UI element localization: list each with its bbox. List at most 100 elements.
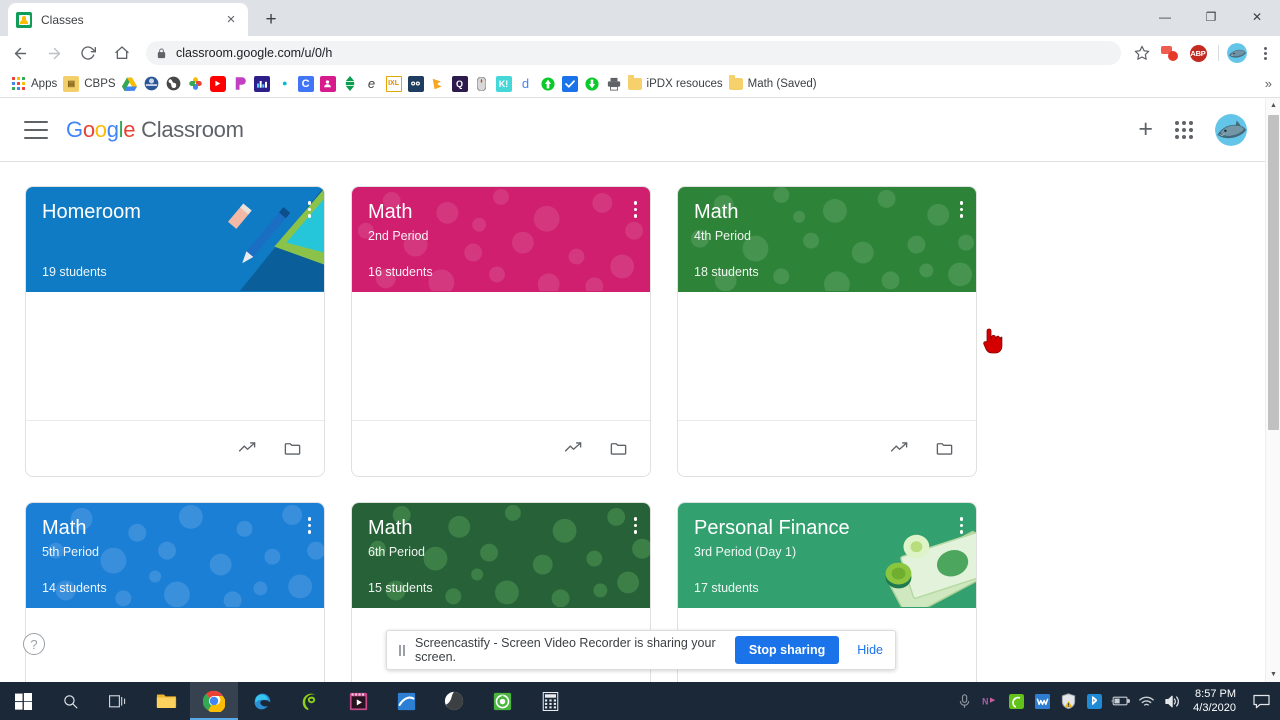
card-menu-icon[interactable] xyxy=(307,517,311,534)
volume-icon[interactable] xyxy=(1159,682,1185,720)
back-icon[interactable] xyxy=(6,39,34,67)
screencastify-extension-icon[interactable] xyxy=(1157,40,1183,66)
home-icon[interactable] xyxy=(108,39,136,67)
bookmark-canvas[interactable] xyxy=(276,73,292,95)
bookmark-dropbox-arrows[interactable] xyxy=(342,73,358,95)
browser-menu-icon[interactable] xyxy=(1252,40,1278,66)
bookmark-google-drive[interactable] xyxy=(122,73,138,95)
bookmark-edgenuity[interactable]: e xyxy=(364,73,380,95)
bluetooth-icon[interactable] xyxy=(1081,682,1107,720)
photos-icon[interactable] xyxy=(430,682,478,720)
windows-taskbar: N 8:57 PM 4/3/2020 xyxy=(0,682,1280,720)
bookmark-google-photos[interactable] xyxy=(188,73,204,95)
class-card[interactable]: Homeroom 19 students xyxy=(25,186,325,477)
nvidia-icon[interactable]: N xyxy=(977,682,1003,720)
onenote-icon[interactable] xyxy=(382,682,430,720)
bookmark-green-arrow[interactable] xyxy=(540,73,556,95)
browser-tab-classes[interactable]: Classes × xyxy=(8,3,248,36)
google-apps-icon[interactable] xyxy=(1175,120,1193,139)
file-explorer-icon[interactable] xyxy=(142,682,190,720)
class-section: 3rd Period (Day 1) xyxy=(694,545,797,559)
globe-icon xyxy=(166,76,182,92)
microsoft-edge-icon[interactable] xyxy=(238,682,286,720)
adblock-plus-extension-icon[interactable]: ABP xyxy=(1185,40,1211,66)
bookmark-star-icon[interactable] xyxy=(1129,40,1155,66)
minimize-button[interactable]: — xyxy=(1142,0,1188,34)
bookmark-ixl[interactable]: IXL xyxy=(385,73,402,95)
help-button[interactable]: ? xyxy=(23,633,45,655)
card-menu-icon[interactable] xyxy=(959,201,963,218)
scroll-up-icon[interactable]: ▲ xyxy=(1266,98,1280,113)
scroll-down-icon[interactable]: ▼ xyxy=(1266,667,1280,682)
bookmark-green-shield[interactable] xyxy=(584,73,600,95)
bookmark-quizizz[interactable]: Q xyxy=(451,73,468,95)
bookmarks-overflow-icon[interactable]: » xyxy=(1265,76,1272,91)
wacom-icon[interactable] xyxy=(1029,682,1055,720)
search-icon[interactable] xyxy=(46,682,94,720)
close-icon[interactable]: × xyxy=(222,11,240,29)
profile-avatar-button[interactable] xyxy=(1224,40,1250,66)
bookmark-d-letter[interactable]: d xyxy=(518,73,534,95)
folder-icon[interactable] xyxy=(283,439,302,458)
maximize-button[interactable]: ❐ xyxy=(1188,0,1234,34)
bookmark-mouse[interactable] xyxy=(474,73,490,95)
card-menu-icon[interactable] xyxy=(307,201,311,218)
task-view-icon[interactable] xyxy=(94,682,142,720)
google-chrome-icon[interactable] xyxy=(190,682,238,720)
class-card[interactable]: Math 5th Period 14 students xyxy=(25,502,325,682)
bookmark-flipgrid[interactable] xyxy=(430,73,446,95)
bookmark-school-crest[interactable] xyxy=(144,73,160,95)
notification-icon[interactable] xyxy=(1246,682,1276,720)
camtasia-icon[interactable] xyxy=(478,682,526,720)
hamburger-icon[interactable] xyxy=(24,120,48,139)
reload-icon[interactable] xyxy=(74,39,102,67)
google-photos-icon xyxy=(188,76,204,92)
bookmark-checkmark[interactable] xyxy=(561,73,578,95)
taskbar-clock[interactable]: 8:57 PM 4/3/2020 xyxy=(1185,687,1246,715)
bookmark-doodle[interactable] xyxy=(407,73,424,95)
bookmark-apps[interactable]: Apps xyxy=(10,73,57,95)
hide-button[interactable]: Hide xyxy=(857,643,883,657)
avatar[interactable] xyxy=(1215,113,1247,146)
security-warning-icon[interactable] xyxy=(1055,682,1081,720)
trending-up-icon[interactable] xyxy=(890,439,909,458)
class-card-banner: Math 2nd Period 16 students xyxy=(352,187,650,292)
bookmark-folder-ipdx[interactable]: iPDX resouces xyxy=(627,73,723,95)
card-menu-icon[interactable] xyxy=(633,201,637,218)
wifi-icon[interactable] xyxy=(1133,682,1159,720)
stop-sharing-button[interactable]: Stop sharing xyxy=(734,636,840,664)
folder-icon[interactable] xyxy=(935,439,954,458)
new-tab-button[interactable]: + xyxy=(258,7,284,33)
class-card-banner: Personal Finance 3rd Period (Day 1) 17 s… xyxy=(678,503,976,608)
bookmark-cbps[interactable]: ▤ CBPS xyxy=(63,73,116,95)
bookmark-globe[interactable] xyxy=(166,73,182,95)
trending-up-icon[interactable] xyxy=(238,439,257,458)
card-menu-icon[interactable] xyxy=(633,517,637,534)
folder-icon[interactable] xyxy=(609,439,628,458)
windows-start-icon[interactable] xyxy=(0,682,46,720)
microphone-icon[interactable] xyxy=(951,682,977,720)
screencastify-icon[interactable] xyxy=(286,682,334,720)
bookmark-clever[interactable]: C xyxy=(297,73,314,95)
bookmark-contacts[interactable] xyxy=(319,73,336,95)
trending-up-icon[interactable] xyxy=(564,439,583,458)
scrollbar-thumb[interactable] xyxy=(1268,115,1279,430)
window-close-button[interactable]: ✕ xyxy=(1234,0,1280,34)
address-bar[interactable]: classroom.google.com/u/0/h xyxy=(146,41,1121,65)
screencastify-tray-icon[interactable] xyxy=(1003,682,1029,720)
bookmark-pear-deck[interactable] xyxy=(232,73,248,95)
bookmark-folder-math-saved[interactable]: Math (Saved) xyxy=(728,73,817,95)
vertical-scrollbar[interactable]: ▲ ▼ xyxy=(1265,98,1280,682)
bookmark-desmos[interactable] xyxy=(253,73,270,95)
movies-tv-icon[interactable] xyxy=(334,682,382,720)
bookmark-youtube[interactable] xyxy=(209,73,226,95)
battery-icon[interactable] xyxy=(1107,682,1133,720)
calculator-icon[interactable] xyxy=(526,682,574,720)
class-card[interactable]: Math 4th Period 18 students xyxy=(677,186,977,477)
card-menu-icon[interactable] xyxy=(959,517,963,534)
bookmark-kahoot[interactable]: K! xyxy=(495,73,512,95)
add-class-button[interactable]: + xyxy=(1138,117,1153,142)
class-card[interactable]: Math 2nd Period 16 students xyxy=(351,186,651,477)
bookmark-printer[interactable] xyxy=(606,73,622,95)
clock-time: 8:57 PM xyxy=(1195,688,1236,700)
